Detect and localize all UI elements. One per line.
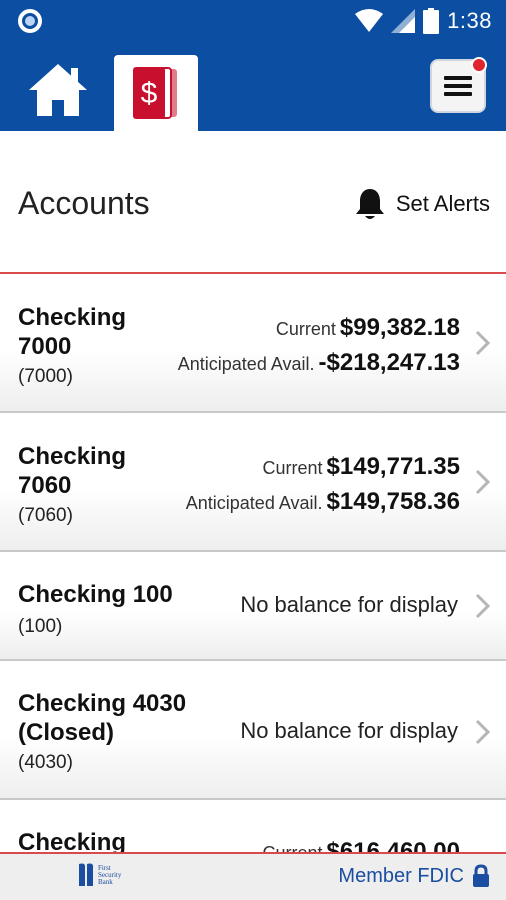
notification-dot (471, 57, 487, 73)
current-label: Current (263, 843, 323, 852)
accounts-tab[interactable]: $ (114, 55, 198, 131)
status-bar: 1:38 (0, 0, 506, 42)
bank-logo-text: First Security Bank (98, 863, 122, 886)
home-icon (29, 64, 87, 116)
anticipated-balance-line: Anticipated Avail. $149,758.36 (186, 488, 460, 516)
chevron-right-icon (475, 469, 491, 495)
member-fdic: Member FDIC (338, 864, 490, 888)
footer: First Security Bank Member FDIC (0, 852, 506, 900)
chevron-right-icon (475, 719, 491, 745)
title-row: Accounts Set Alerts (0, 131, 506, 274)
anticipated-balance: $149,758.36 (326, 488, 460, 515)
status-icons: 1:38 (355, 6, 492, 36)
account-name: Checking 7060 (18, 443, 127, 499)
set-alerts-label: Set Alerts (395, 191, 490, 216)
chevron-right-icon (475, 593, 491, 619)
no-balance-text: No balance for display (240, 718, 458, 743)
account-row[interactable]: Checking Current $616,460.00 (0, 800, 506, 852)
account-row[interactable]: Checking 7060 (7060) Current $149,771.35… (0, 413, 506, 552)
battery-icon (423, 8, 440, 34)
account-row[interactable]: Checking 4030 (Closed) (4030) No balance… (0, 661, 506, 800)
account-number: (7000) (18, 366, 73, 387)
svg-text:$: $ (141, 77, 158, 110)
current-label: Current (275, 319, 336, 339)
wifi-icon (355, 9, 384, 32)
account-number: (7060) (18, 505, 73, 526)
member-fdic-label: Member FDIC (338, 864, 464, 887)
account-number: (4030) (18, 752, 73, 773)
anticipated-label: Anticipated Avail. (185, 493, 323, 513)
current-balance: $99,382.18 (339, 314, 460, 341)
current-balance: $616,460.00 (326, 838, 460, 852)
anticipated-balance: -$218,247.13 (318, 349, 460, 376)
account-name: Checking 100 (18, 581, 173, 608)
menu-button[interactable] (430, 57, 487, 113)
chevron-right-icon (475, 330, 491, 356)
account-list[interactable]: Checking 7000 (7000) Current $99,382.18 … (0, 274, 506, 852)
notification-status-icon (18, 9, 42, 33)
accounts-dollar-icon: $ (133, 67, 177, 119)
account-name: Checking (18, 829, 127, 852)
current-balance-line: Current $616,460.00 (263, 838, 461, 852)
signal-icon (391, 9, 416, 33)
current-balance: $149,771.35 (326, 453, 460, 480)
bank-logo: First Security Bank (76, 862, 121, 888)
current-balance-line: Current $99,382.18 (276, 314, 460, 342)
page-title: Accounts (18, 185, 150, 221)
current-balance-line: Current $149,771.35 (263, 453, 461, 481)
no-balance-text: No balance for display (240, 592, 458, 617)
set-alerts-button[interactable]: Set Alerts (354, 187, 490, 221)
account-row[interactable]: Checking 100 (100) No balance for displa… (0, 552, 506, 661)
bank-logo-icon (79, 863, 94, 886)
account-number: (100) (18, 616, 63, 637)
account-row[interactable]: Checking 7000 (7000) Current $99,382.18 … (0, 274, 506, 413)
account-name: Checking 4030 (Closed) (18, 690, 187, 746)
hamburger-menu-icon (444, 76, 472, 96)
account-name: Checking 7000 (18, 304, 127, 360)
anticipated-balance-line: Anticipated Avail. -$218,247.13 (178, 349, 460, 377)
lock-icon (473, 864, 489, 887)
app-header: 1:38 $ (0, 0, 506, 131)
current-label: Current (262, 458, 323, 478)
anticipated-label: Anticipated Avail. (177, 354, 315, 374)
bell-icon (355, 189, 384, 219)
home-button[interactable] (26, 58, 90, 122)
status-time: 1:38 (447, 8, 492, 33)
